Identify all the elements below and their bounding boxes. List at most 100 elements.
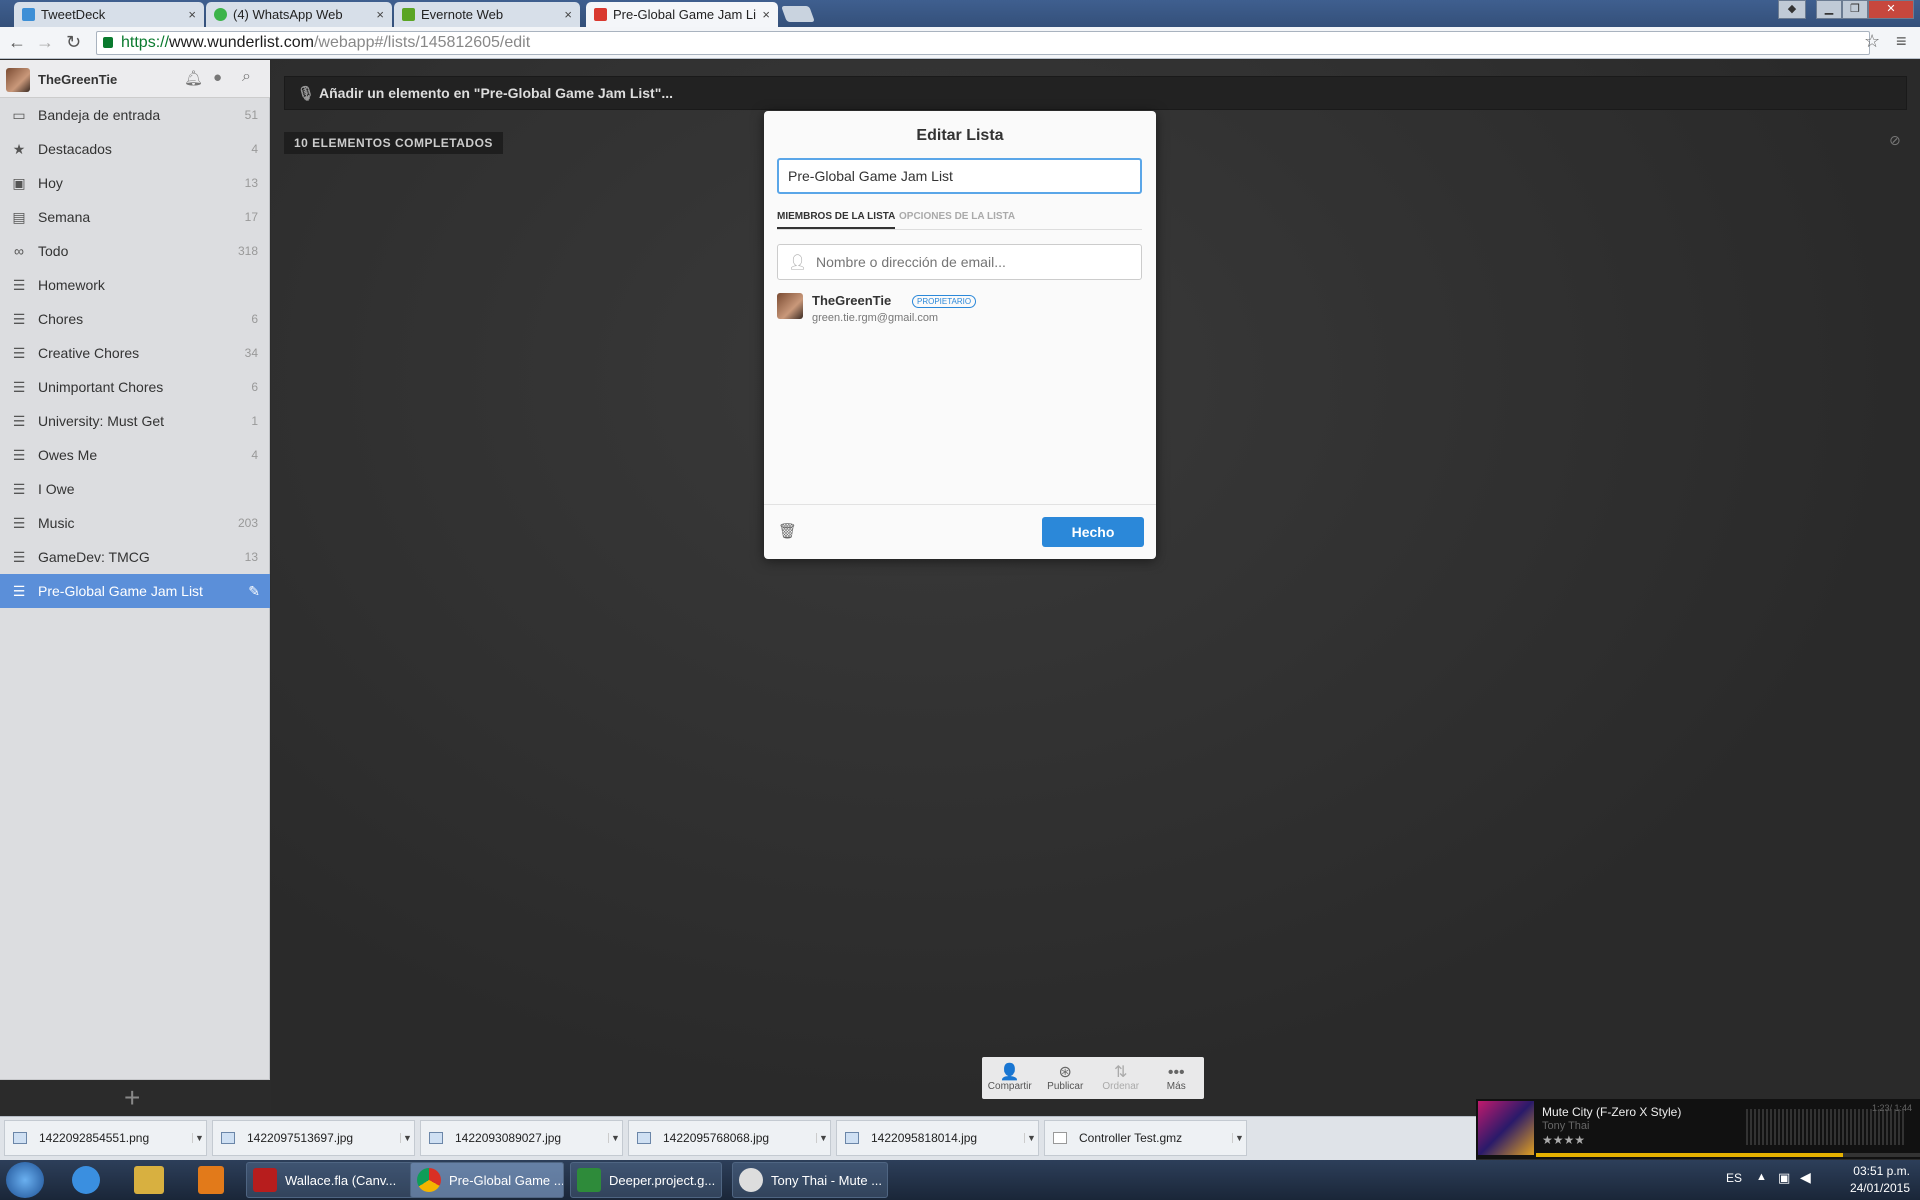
download-menu-arrow[interactable]: ▼	[816, 1133, 830, 1143]
sidebar-item[interactable]: ☰ Chores 6	[0, 302, 270, 336]
avatar[interactable]	[6, 68, 30, 92]
download-item[interactable]: 1422095818014.jpg ▼	[836, 1120, 1039, 1156]
add-list-icon[interactable]: +	[124, 1082, 140, 1114]
sidebar-item[interactable]: ☰ GameDev: TMCG 13	[0, 540, 270, 574]
member-search-input[interactable]	[777, 244, 1142, 280]
publish-label: Publicar	[1047, 1080, 1084, 1092]
list-actions-toolbar: 👤 Compartir ⊛ Publicar ⇅ Ordenar ••• Más	[982, 1057, 1204, 1099]
browser-tab-evernote[interactable]: Evernote Web ×	[394, 2, 580, 27]
browser-tab-wunderlist[interactable]: Pre-Global Game Jam List ×	[586, 2, 778, 27]
reload-icon[interactable]: ↻	[66, 32, 81, 53]
sidebar-item[interactable]: ☰ Music 203	[0, 506, 270, 540]
download-item[interactable]: 1422095768068.jpg ▼	[628, 1120, 831, 1156]
chat-bubble-icon[interactable]: ●	[213, 69, 222, 86]
download-menu-arrow[interactable]: ▼	[192, 1133, 206, 1143]
download-filename: 1422095818014.jpg	[871, 1131, 978, 1145]
sidebar-item[interactable]: ★ Destacados 4	[0, 132, 270, 166]
download-item[interactable]: 1422092854551.png ▼	[4, 1120, 207, 1156]
browser-tab-tweetdeck[interactable]: TweetDeck ×	[14, 2, 204, 27]
taskbar-item-chrome[interactable]: Pre-Global Game ...	[410, 1162, 564, 1198]
download-item[interactable]: Controller Test.gmz ▼	[1044, 1120, 1247, 1156]
download-item[interactable]: 1422097513697.jpg ▼	[212, 1120, 415, 1156]
done-button[interactable]: Hecho	[1042, 517, 1144, 547]
close-tab-icon[interactable]: ×	[564, 7, 572, 22]
sort-button[interactable]: ⇅ Ordenar	[1093, 1057, 1149, 1099]
more-label: Más	[1166, 1080, 1186, 1092]
forward-icon[interactable]: →	[36, 32, 54, 53]
minimize-icon[interactable]: ▁	[1816, 0, 1842, 19]
user-name[interactable]: TheGreenTie	[38, 72, 117, 87]
close-tab-icon[interactable]: ×	[188, 7, 196, 22]
list-icon: ☰	[12, 480, 26, 497]
sidebar-item[interactable]: ▤ Semana 17	[0, 200, 270, 234]
internet-explorer-icon[interactable]	[72, 1166, 100, 1194]
tab-members[interactable]: MIEMBROS DE LA LISTA	[777, 211, 896, 229]
address-bar[interactable]: https://www.wunderlist.com/webapp#/lists…	[96, 31, 1870, 55]
tab-options[interactable]: OPCIONES DE LA LISTA	[899, 211, 1015, 227]
file-icon	[1053, 1132, 1067, 1144]
browser-toolbar: ← → ↻ https://www.wunderlist.com/webapp#…	[0, 27, 1920, 59]
add-person-icon: 👤︎	[788, 254, 808, 271]
folder-icon[interactable]	[134, 1166, 164, 1194]
rating-stars[interactable]: ★★★★	[1542, 1133, 1585, 1147]
clock-date[interactable]: 24/01/2015	[1830, 1181, 1910, 1195]
more-button[interactable]: ••• Más	[1149, 1057, 1205, 1099]
download-menu-arrow[interactable]: ▼	[400, 1133, 414, 1143]
sidebar-item[interactable]: ▭ Bandeja de entrada 51	[0, 98, 270, 132]
microphone-icon[interactable]: 🎙︎	[297, 77, 315, 109]
back-icon[interactable]: ←	[8, 32, 26, 53]
sidebar-item[interactable]: ☰ Creative Chores 34	[0, 336, 270, 370]
clock-time[interactable]: 03:51 p.m.	[1830, 1164, 1910, 1178]
restore-icon[interactable]: ❐	[1842, 0, 1868, 19]
hide-eye-icon[interactable]: ⊘	[1889, 132, 1901, 149]
bell-icon[interactable]: 🔔︎	[184, 69, 203, 87]
inbox-icon: ▭	[12, 106, 26, 123]
completed-items-toggle[interactable]: 10 ELEMENTOS COMPLETADOS	[284, 132, 503, 154]
new-tab-button[interactable]	[781, 6, 815, 22]
menu-icon[interactable]: ≡	[1896, 31, 1907, 52]
search-icon[interactable]: ⌕	[242, 68, 251, 86]
visualizer	[1746, 1109, 1906, 1145]
download-menu-arrow[interactable]: ▼	[1024, 1133, 1038, 1143]
sidebar-item[interactable]: ∞ Todo 318	[0, 234, 270, 268]
browser-tab-whatsapp[interactable]: (4) WhatsApp Web ×	[206, 2, 392, 27]
network-icon[interactable]: ▣	[1778, 1170, 1790, 1186]
bookmark-star-icon[interactable]: ☆	[1864, 31, 1880, 52]
taskbar-item-music-player[interactable]: Tony Thai - Mute ...	[732, 1162, 888, 1198]
sidebar-item[interactable]: ☰ University: Must Get 1	[0, 404, 270, 438]
share-label: Compartir	[987, 1080, 1032, 1092]
share-button[interactable]: 👤 Compartir	[982, 1057, 1038, 1099]
sidebar-item[interactable]: ☰ Pre-Global Game Jam List ✎	[0, 574, 270, 608]
user-icon[interactable]: ◆	[1778, 0, 1806, 19]
publish-button[interactable]: ⊛ Publicar	[1038, 1057, 1094, 1099]
taskbar-item-gamemaker[interactable]: Deeper.project.g...	[570, 1162, 722, 1198]
show-hidden-icons[interactable]: ▲	[1756, 1171, 1767, 1183]
media-player-icon[interactable]	[198, 1166, 224, 1194]
start-button[interactable]	[6, 1162, 44, 1198]
window-close-icon[interactable]: ✕	[1868, 0, 1914, 19]
sidebar: TheGreenTie 🔔︎ ● ⌕ ▭ Bandeja de entrada 51…	[0, 60, 270, 1113]
add-item-input[interactable]: 🎙︎ Añadir un elemento en "Pre-Global Gam…	[284, 76, 1907, 110]
sidebar-item[interactable]: ☰ I Owe	[0, 472, 270, 506]
sidebar-item[interactable]: ☰ Owes Me 4	[0, 438, 270, 472]
close-tab-icon[interactable]: ×	[762, 7, 770, 22]
sidebar-item[interactable]: ▣ Hoy 13	[0, 166, 270, 200]
sidebar-item-label: Chores	[38, 311, 84, 327]
list-name-input[interactable]	[777, 158, 1142, 194]
close-tab-icon[interactable]: ×	[376, 7, 384, 22]
sidebar-item[interactable]: ☰ Unimportant Chores 6	[0, 370, 270, 404]
progress-bar[interactable]	[1536, 1153, 1920, 1157]
language-indicator[interactable]: ES	[1726, 1171, 1742, 1185]
sidebar-item[interactable]: ☰ Homework	[0, 268, 270, 302]
list-icon: ☰	[12, 310, 26, 327]
download-menu-arrow[interactable]: ▼	[608, 1133, 622, 1143]
trash-icon[interactable]: 🗑︎	[778, 522, 797, 540]
volume-icon[interactable]: ◀︎	[1800, 1169, 1811, 1186]
image-file-icon	[845, 1132, 859, 1144]
download-item[interactable]: 1422093089027.jpg ▼	[420, 1120, 623, 1156]
sidebar-header: TheGreenTie 🔔︎ ● ⌕	[0, 60, 270, 98]
download-menu-arrow[interactable]: ▼	[1232, 1133, 1246, 1143]
edit-pencil-icon[interactable]: ✎	[248, 583, 260, 600]
whatsapp-icon	[214, 8, 227, 21]
music-player-icon	[739, 1168, 763, 1192]
